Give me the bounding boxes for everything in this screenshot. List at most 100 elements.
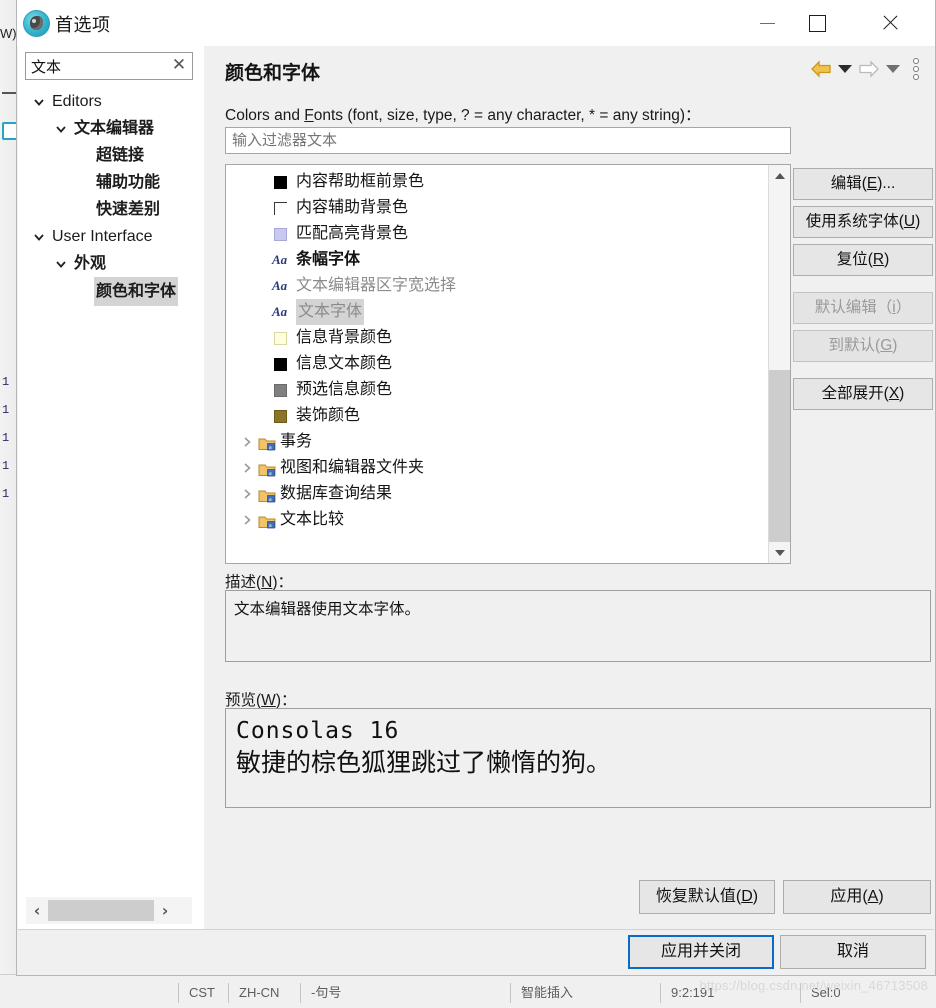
chevron-down-icon[interactable]	[54, 115, 68, 142]
font-icon: Aa	[272, 304, 288, 319]
status-segment: 智能插入	[510, 983, 573, 1003]
go-to-default-button: 到默认(G)	[793, 330, 933, 362]
colors-fonts-filter-input[interactable]	[225, 127, 791, 154]
sidebar-filter-input[interactable]	[25, 52, 193, 80]
chevron-right-icon[interactable]	[240, 429, 254, 455]
list-item[interactable]: 信息背景颜色	[226, 325, 771, 351]
list-item-label: 条幅字体	[296, 251, 361, 268]
forward-arrow-icon	[858, 60, 880, 78]
status-segment: -句号	[300, 983, 341, 1003]
svg-text:a: a	[269, 523, 272, 529]
sidebar-item-text-editors[interactable]: 文本编辑器	[18, 115, 204, 142]
description-label: 描述(N)：	[225, 574, 294, 591]
list-item-label: 信息文本颜色	[296, 355, 393, 372]
sidebar-item-label: 颜色和字体	[94, 277, 179, 306]
apply-and-close-button[interactable]: 应用并关闭	[628, 935, 774, 969]
list-item-label: 匹配高亮背景色	[296, 225, 409, 242]
restore-defaults-button[interactable]: 恢复默认值(D)	[639, 880, 775, 914]
chevron-right-icon[interactable]	[240, 507, 254, 533]
list-item[interactable]: a 文本比较	[226, 507, 771, 533]
scroll-up-icon[interactable]	[769, 165, 790, 186]
svg-text:a: a	[269, 445, 272, 451]
sidebar-item-label: 超链接	[96, 147, 145, 164]
preview-line-2: 敏捷的棕色狐狸跳过了懒惰的狗。	[236, 750, 612, 777]
sidebar: ✕ Editors 文本编辑器 超链接	[18, 46, 204, 930]
chevron-down-icon[interactable]	[32, 223, 46, 250]
sidebar-item-appearance[interactable]: 外观	[18, 250, 204, 277]
minimize-button[interactable]	[744, 0, 791, 46]
background-text-wj: W)	[0, 26, 17, 41]
list-item[interactable]: 匹配高亮背景色	[226, 221, 771, 247]
sidebar-item-user-interface[interactable]: User Interface	[18, 223, 204, 250]
color-swatch	[274, 410, 287, 423]
list-item[interactable]: 装饰颜色	[226, 403, 771, 429]
forward-dropdown-icon[interactable]	[886, 65, 900, 73]
font-icon: Aa	[272, 278, 288, 293]
scroll-left-icon[interactable]: ‹	[26, 897, 48, 924]
colors-and-fonts-list[interactable]: 内容帮助框前景色 内容辅助背景色 匹配高亮背景色 Aa 条幅字体 Aa 文本编辑…	[225, 164, 791, 564]
back-arrow-icon[interactable]	[810, 60, 832, 78]
list-item[interactable]: Aa 文本编辑器区字宽选择	[226, 273, 771, 299]
list-item[interactable]: a 数据库查询结果	[226, 481, 771, 507]
font-icon: Aa	[272, 252, 288, 267]
scrollbar-thumb[interactable]	[48, 900, 154, 921]
list-item[interactable]: 内容帮助框前景色	[226, 169, 771, 195]
scroll-right-icon[interactable]: ›	[154, 897, 176, 924]
apply-button[interactable]: 应用(A)	[783, 880, 931, 914]
sidebar-horizontal-scrollbar[interactable]: ‹ ›	[26, 897, 192, 924]
sidebar-item-colors-and-fonts[interactable]: 颜色和字体	[18, 277, 204, 306]
cancel-button[interactable]: 取消	[780, 935, 926, 969]
clear-filter-icon[interactable]: ✕	[170, 56, 188, 74]
list-item[interactable]: 信息文本颜色	[226, 351, 771, 377]
list-item-label: 装饰颜色	[296, 407, 361, 424]
preferences-app-icon	[23, 10, 50, 37]
status-segment: CST	[178, 983, 215, 1003]
back-dropdown-icon[interactable]	[838, 65, 852, 73]
list-item-label: 内容帮助框前景色	[296, 173, 425, 190]
chevron-right-icon[interactable]	[240, 481, 254, 507]
vertical-dots-icon[interactable]	[910, 58, 922, 80]
sidebar-item-editors[interactable]: Editors	[18, 88, 204, 115]
chevron-down-icon[interactable]	[54, 250, 68, 277]
description-text: 文本编辑器使用文本字体。	[234, 601, 421, 618]
preview-line-1: Consolas 16	[236, 718, 400, 744]
edit-button[interactable]: 编辑(E)...	[793, 168, 933, 200]
scroll-down-icon[interactable]	[769, 542, 790, 563]
maximize-icon	[809, 14, 826, 32]
close-button[interactable]	[866, 0, 913, 46]
sidebar-item-accessibility[interactable]: 辅助功能	[18, 169, 204, 196]
pane-toolbar	[810, 58, 922, 80]
list-item[interactable]: 内容辅助背景色	[226, 195, 771, 221]
maximize-button[interactable]	[794, 0, 841, 46]
list-item[interactable]: a 事务	[226, 429, 771, 455]
chevron-right-icon[interactable]	[240, 455, 254, 481]
sidebar-item-hyperlink[interactable]: 超链接	[18, 142, 204, 169]
sidebar-item-quick-diff[interactable]: 快速差别	[18, 196, 204, 223]
reset-button[interactable]: 复位(R)	[793, 244, 933, 276]
list-item-label: 事务	[280, 433, 313, 450]
sidebar-item-label: 外观	[74, 255, 107, 272]
color-swatch	[274, 358, 287, 371]
color-swatch	[274, 202, 287, 215]
list-item[interactable]: Aa 文本字体	[226, 299, 771, 325]
use-system-font-button[interactable]: 使用系统字体(U)	[793, 206, 933, 238]
color-swatch	[274, 176, 287, 189]
folder-icon: a	[258, 460, 276, 477]
label-mnemonic: F	[304, 107, 314, 124]
color-swatch	[274, 384, 287, 397]
screen: W) 1 1 1 1 1 CST ZH-CN -句号 智能插入 9:2:191 …	[0, 0, 936, 1008]
expand-all-button[interactable]: 全部展开(X)	[793, 378, 933, 410]
preview-label: 预览(W)：	[225, 692, 297, 709]
list-item[interactable]: Aa 条幅字体	[226, 247, 771, 273]
chevron-down-icon[interactable]	[32, 88, 46, 115]
list-item[interactable]: a 视图和编辑器文件夹	[226, 455, 771, 481]
list-item-label: 内容辅助背景色	[296, 199, 409, 216]
folder-icon: a	[258, 434, 276, 451]
list-item[interactable]: 预选信息颜色	[226, 377, 771, 403]
sidebar-item-label: 快速差别	[96, 201, 161, 218]
dialog-title: 首选项	[55, 15, 111, 35]
sidebar-item-label: Editors	[52, 93, 102, 110]
label-part-2: onts (font, size, type, ? = any characte…	[313, 107, 701, 124]
scrollbar-thumb[interactable]	[769, 370, 790, 542]
list-vertical-scrollbar[interactable]	[768, 165, 790, 563]
